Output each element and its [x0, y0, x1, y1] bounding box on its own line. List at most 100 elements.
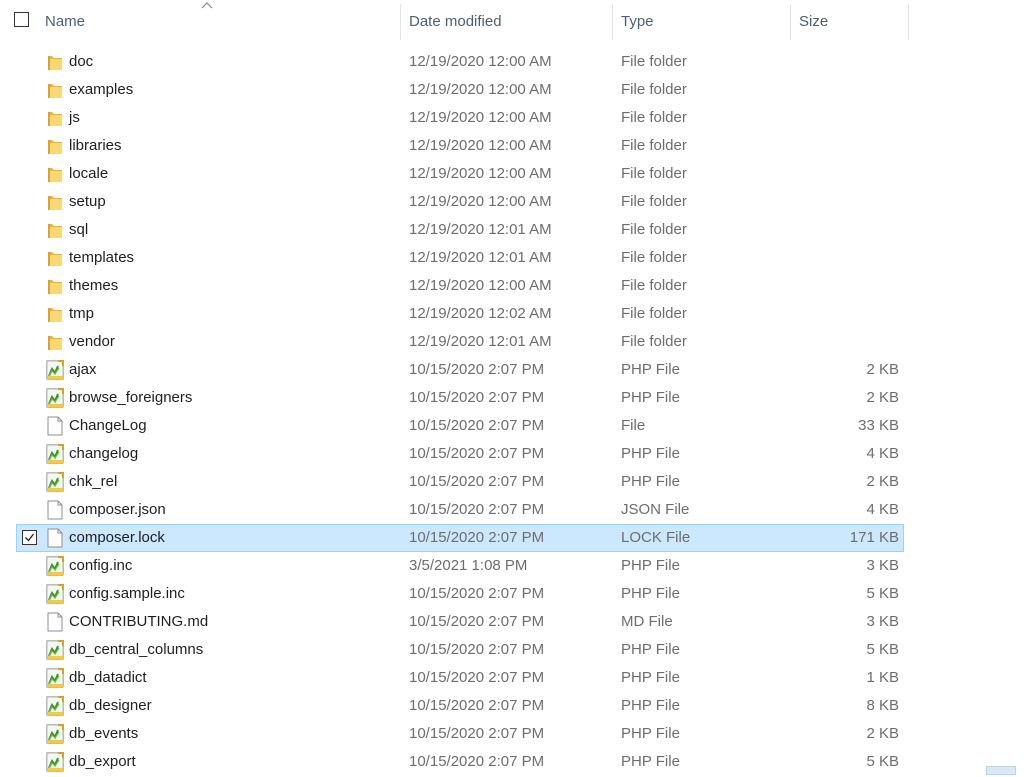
file-type: File folder — [621, 277, 687, 294]
column-divider[interactable] — [790, 4, 791, 40]
file-row-config-inc[interactable]: config.inc 3/5/2021 1:08 PM PHP File 3 KB — [0, 552, 1024, 580]
column-divider[interactable] — [908, 4, 909, 40]
file-size: 5 KB — [866, 641, 899, 658]
php-file-icon — [44, 667, 66, 689]
php-file-icon — [44, 387, 66, 409]
file-type: PHP File — [621, 585, 680, 602]
file-type: PHP File — [621, 669, 680, 686]
file-name: composer.json — [69, 501, 166, 518]
file-row-changelog[interactable]: ChangeLog 10/15/2020 2:07 PM File 33 KB — [0, 412, 1024, 440]
folder-icon — [44, 163, 66, 185]
file-size — [800, 188, 899, 216]
file-date-modified: 12/19/2020 12:00 AM — [409, 109, 552, 126]
php-file-icon — [44, 471, 66, 493]
column-header-name[interactable]: Name — [45, 4, 395, 40]
file-row-libraries[interactable]: libraries 12/19/2020 12:00 AM File folder — [0, 132, 1024, 160]
file-row-themes[interactable]: themes 12/19/2020 12:00 AM File folder — [0, 272, 1024, 300]
file-name: sql — [69, 221, 89, 238]
file-row-db-events[interactable]: db_events 10/15/2020 2:07 PM PHP File 2 KB — [0, 720, 1024, 748]
file-row-composer-json[interactable]: composer.json 10/15/2020 2:07 PM JSON File… — [0, 496, 1024, 524]
file-date-modified: 3/5/2021 1:08 PM — [409, 557, 528, 574]
file-type: File folder — [621, 81, 687, 98]
file-date-modified: 10/15/2020 2:07 PM — [409, 669, 545, 686]
file-date-modified: 10/15/2020 2:07 PM — [409, 753, 545, 770]
file-type: File folder — [621, 333, 687, 350]
file-size — [800, 272, 899, 300]
file-date-modified: 12/19/2020 12:00 AM — [409, 193, 552, 210]
file-row-doc[interactable]: doc 12/19/2020 12:00 AM File folder — [0, 48, 1024, 76]
file-type: PHP File — [621, 389, 680, 406]
file-type: PHP File — [621, 445, 680, 462]
file-name: config.inc — [69, 557, 133, 574]
file-name: db_central_columns — [69, 641, 204, 658]
column-divider[interactable] — [612, 4, 613, 40]
php-file-icon — [44, 723, 66, 745]
file-row-chk-rel[interactable]: chk_rel 10/15/2020 2:07 PM PHP File 2 KB — [0, 468, 1024, 496]
scrollbar-down-button[interactable] — [986, 766, 1016, 775]
folder-icon — [44, 247, 66, 269]
file-date-modified: 10/15/2020 2:07 PM — [409, 361, 545, 378]
checkmark-icon — [25, 533, 35, 542]
file-row-db-designer[interactable]: db_designer 10/15/2020 2:07 PM PHP File 8 K… — [0, 692, 1024, 720]
file-type: File folder — [621, 249, 687, 266]
file-name: ajax — [69, 361, 97, 378]
file-size — [800, 104, 899, 132]
file-date-modified: 10/15/2020 2:07 PM — [409, 417, 545, 434]
file-name: CONTRIBUTING.md — [69, 613, 209, 630]
file-row-config-sample-inc[interactable]: config.sample.inc 10/15/2020 2:07 PM PHP F… — [0, 580, 1024, 608]
file-size — [800, 76, 899, 104]
php-file-icon — [44, 359, 66, 381]
file-row-db-export[interactable]: db_export 10/15/2020 2:07 PM PHP File 5 KB — [0, 748, 1024, 776]
file-name: examples — [69, 81, 134, 98]
file-name: browse_foreigners — [69, 389, 193, 406]
file-row-setup[interactable]: setup 12/19/2020 12:00 AM File folder — [0, 188, 1024, 216]
column-header-size[interactable]: Size — [799, 4, 899, 40]
file-row-composer-lock[interactable]: composer.lock 10/15/2020 2:07 PM LOCK File… — [0, 524, 1024, 552]
file-size: 3 KB — [866, 613, 899, 630]
file-date-modified: 10/15/2020 2:07 PM — [409, 641, 545, 658]
file-name: ChangeLog — [69, 417, 147, 434]
file-date-modified: 10/15/2020 2:07 PM — [409, 613, 545, 630]
column-header-bar: Name Date modified Type Size — [0, 0, 1024, 44]
file-name: db_export — [69, 753, 136, 770]
file-row-templates[interactable]: templates 12/19/2020 12:01 AM File folder — [0, 244, 1024, 272]
file-row-contributing-md[interactable]: CONTRIBUTING.md 10/15/2020 2:07 PM MD File… — [0, 608, 1024, 636]
file-type: PHP File — [621, 361, 680, 378]
file-row-js[interactable]: js 12/19/2020 12:00 AM File folder — [0, 104, 1024, 132]
file-date-modified: 10/15/2020 2:07 PM — [409, 389, 545, 406]
file-row-browse-foreigners[interactable]: browse_foreigners 10/15/2020 2:07 PM PHP F… — [0, 384, 1024, 412]
file-row-db-datadict[interactable]: db_datadict 10/15/2020 2:07 PM PHP File 1 K… — [0, 664, 1024, 692]
file-row-db-central-columns[interactable]: db_central_columns 10/15/2020 2:07 PM PHP … — [0, 636, 1024, 664]
column-header-date-modified[interactable]: Date modified — [409, 4, 609, 40]
file-row-tmp[interactable]: tmp 12/19/2020 12:02 AM File folder — [0, 300, 1024, 328]
select-all-checkbox[interactable] — [14, 12, 29, 27]
file-type: File folder — [621, 305, 687, 322]
file-name: db_designer — [69, 697, 152, 714]
column-header-type[interactable]: Type — [621, 4, 791, 40]
file-row-vendor[interactable]: vendor 12/19/2020 12:01 AM File folder — [0, 328, 1024, 356]
file-date-modified: 10/15/2020 2:07 PM — [409, 529, 545, 546]
file-row-ajax[interactable]: ajax 10/15/2020 2:07 PM PHP File 2 KB — [0, 356, 1024, 384]
file-type: File folder — [621, 109, 687, 126]
file-name: libraries — [69, 137, 122, 154]
blank-file-icon — [44, 611, 66, 633]
row-checkbox[interactable] — [22, 530, 37, 545]
file-date-modified: 10/15/2020 2:07 PM — [409, 501, 545, 518]
file-size — [800, 216, 899, 244]
php-file-icon — [44, 555, 66, 577]
blank-file-icon — [44, 499, 66, 521]
file-row-examples[interactable]: examples 12/19/2020 12:00 AM File folder — [0, 76, 1024, 104]
file-size: 8 KB — [866, 697, 899, 714]
file-row-locale[interactable]: locale 12/19/2020 12:00 AM File folder — [0, 160, 1024, 188]
file-type: File folder — [621, 193, 687, 210]
php-file-icon — [44, 639, 66, 661]
php-file-icon — [44, 583, 66, 605]
file-row-sql[interactable]: sql 12/19/2020 12:01 AM File folder — [0, 216, 1024, 244]
file-size: 2 KB — [866, 361, 899, 378]
file-date-modified: 10/15/2020 2:07 PM — [409, 725, 545, 742]
file-row-changelog[interactable]: changelog 10/15/2020 2:07 PM PHP File 4 KB — [0, 440, 1024, 468]
column-divider[interactable] — [400, 4, 401, 40]
file-type: LOCK File — [621, 529, 691, 546]
file-size — [800, 328, 899, 356]
file-date-modified: 12/19/2020 12:02 AM — [409, 305, 552, 322]
